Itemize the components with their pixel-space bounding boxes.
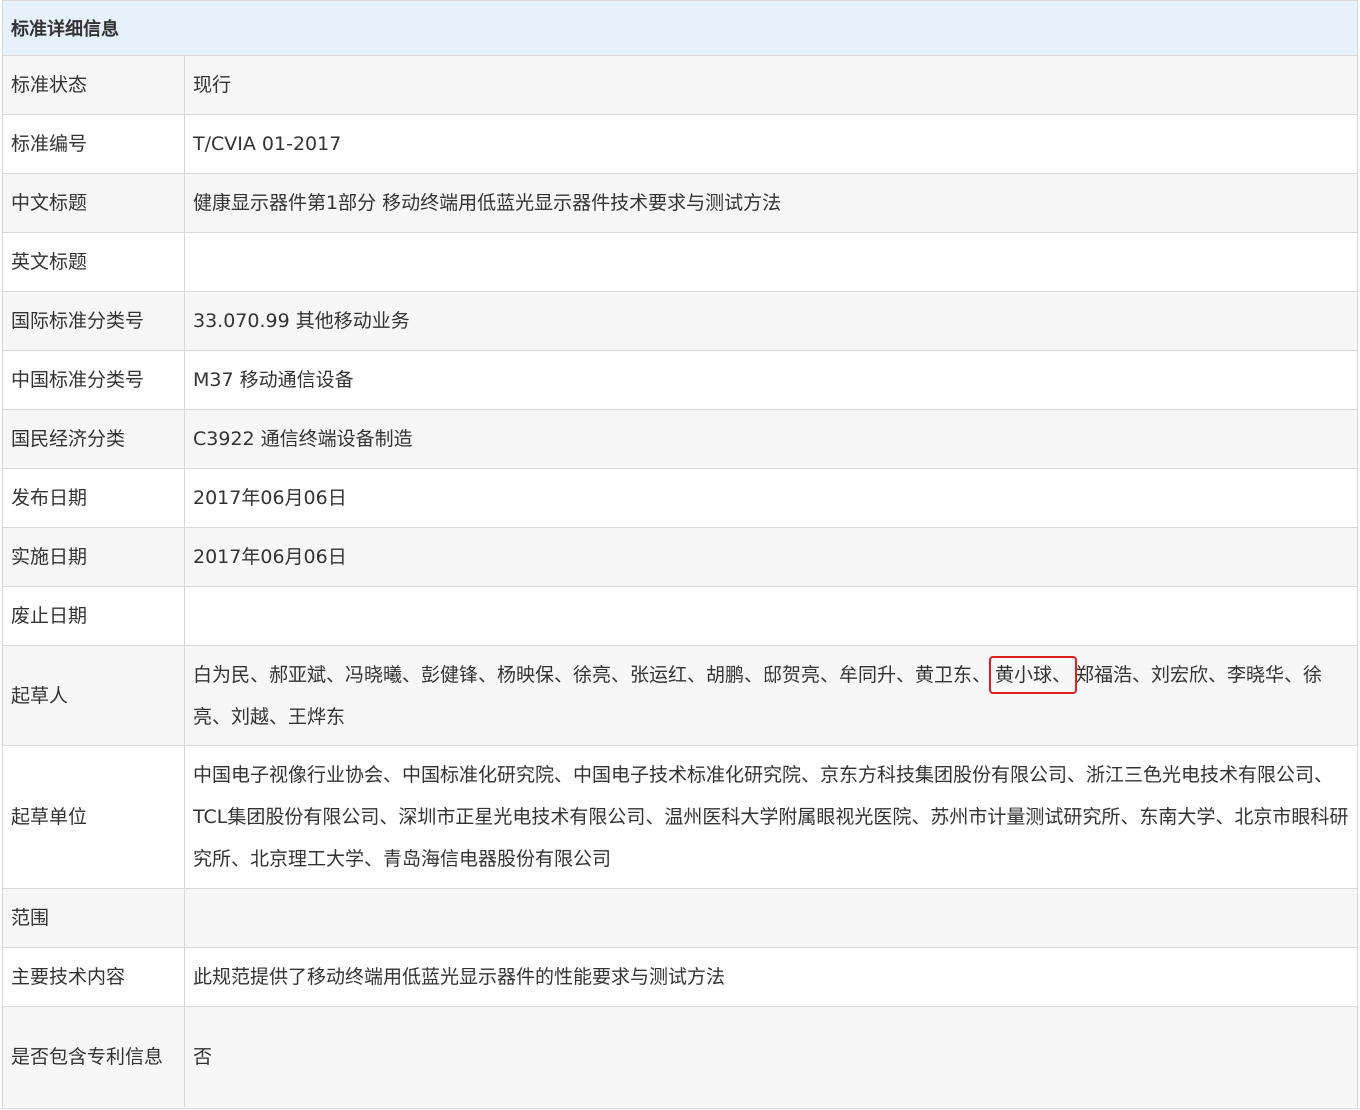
row-drafters: 起草人 白为民、郝亚斌、冯晓曦、彭健锋、杨映保、徐亮、张运红、胡鹏、邸贺亮、牟同… [3, 646, 1357, 746]
ics-value: 33.070.99 其他移动业务 [193, 310, 410, 332]
row-value: 2017年06月06日 [185, 469, 1357, 527]
row-chinese-title: 中文标题 健康显示器件第1部分 移动终端用低蓝光显示器件技术要求与测试方法 [3, 174, 1357, 233]
publish-date-value: 2017年06月06日 [193, 487, 347, 509]
chinese-title-value: 健康显示器件第1部分 移动终端用低蓝光显示器件技术要求与测试方法 [193, 192, 782, 214]
row-value [185, 233, 1357, 291]
row-scope: 范围 [3, 889, 1357, 948]
row-label: 标准编号 [3, 115, 185, 173]
row-english-title: 英文标题 [3, 233, 1357, 292]
row-label: 国际标准分类号 [3, 292, 185, 350]
row-label: 发布日期 [3, 469, 185, 527]
row-patent-info: 是否包含专利信息 否 [3, 1007, 1357, 1107]
row-label: 国民经济分类 [3, 410, 185, 468]
drafters-value: 白为民、郝亚斌、冯晓曦、彭健锋、杨映保、徐亮、张运红、胡鹏、邸贺亮、牟同升、黄卫… [193, 654, 1349, 738]
table-header: 标准详细信息 [3, 1, 1357, 56]
row-abolish-date: 废止日期 [3, 587, 1357, 646]
row-value [185, 889, 1357, 947]
main-content-value: 此规范提供了移动终端用低蓝光显示器件的性能要求与测试方法 [193, 966, 726, 988]
row-value: T/CVIA 01-2017 [185, 115, 1357, 173]
row-value: M37 移动通信设备 [185, 351, 1357, 409]
row-label: 起草单位 [3, 746, 185, 888]
row-label: 英文标题 [3, 233, 185, 291]
standard-detail-table: 标准详细信息 标准状态 现行 标准编号 T/CVIA 01-2017 中文标题 … [2, 0, 1358, 1109]
effective-date-value: 2017年06月06日 [193, 546, 347, 568]
row-value: 中国电子视像行业协会、中国标准化研究院、中国电子技术标准化研究院、京东方科技集团… [185, 746, 1357, 888]
row-value: C3922 通信终端设备制造 [185, 410, 1357, 468]
row-value: 否 [185, 1007, 1357, 1107]
table-title: 标准详细信息 [11, 19, 119, 40]
row-label: 中文标题 [3, 174, 185, 232]
economic-class-value: C3922 通信终端设备制造 [193, 428, 413, 450]
status-value: 现行 [193, 74, 232, 96]
row-value: 现行 [185, 56, 1357, 114]
drafting-units-value: 中国电子视像行业协会、中国标准化研究院、中国电子技术标准化研究院、京东方科技集团… [193, 764, 1349, 870]
highlighted-drafter: 黄小球、 [989, 655, 1078, 694]
row-label: 主要技术内容 [3, 948, 185, 1006]
row-value: 2017年06月06日 [185, 528, 1357, 586]
row-ics: 国际标准分类号 33.070.99 其他移动业务 [3, 292, 1357, 351]
row-ccs: 中国标准分类号 M37 移动通信设备 [3, 351, 1357, 410]
row-status: 标准状态 现行 [3, 56, 1357, 115]
row-label: 起草人 [3, 646, 185, 745]
drafters-text: 白为民、郝亚斌、冯晓曦、彭健锋、杨映保、徐亮、张运红、胡鹏、邸贺亮、牟同升、黄卫… [193, 663, 992, 686]
row-label: 实施日期 [3, 528, 185, 586]
row-economic-class: 国民经济分类 C3922 通信终端设备制造 [3, 410, 1357, 469]
row-value: 健康显示器件第1部分 移动终端用低蓝光显示器件技术要求与测试方法 [185, 174, 1357, 232]
patent-info-value: 否 [193, 1046, 213, 1068]
row-value: 33.070.99 其他移动业务 [185, 292, 1357, 350]
row-main-content: 主要技术内容 此规范提供了移动终端用低蓝光显示器件的性能要求与测试方法 [3, 948, 1357, 1007]
row-value: 白为民、郝亚斌、冯晓曦、彭健锋、杨映保、徐亮、张运红、胡鹏、邸贺亮、牟同升、黄卫… [185, 646, 1357, 745]
row-label: 范围 [3, 889, 185, 947]
row-standard-number: 标准编号 T/CVIA 01-2017 [3, 115, 1357, 174]
row-value: 此规范提供了移动终端用低蓝光显示器件的性能要求与测试方法 [185, 948, 1357, 1006]
ccs-value: M37 移动通信设备 [193, 369, 354, 391]
standard-number-value: T/CVIA 01-2017 [193, 133, 342, 155]
row-label: 标准状态 [3, 56, 185, 114]
row-label: 废止日期 [3, 587, 185, 645]
row-publish-date: 发布日期 2017年06月06日 [3, 469, 1357, 528]
row-label: 中国标准分类号 [3, 351, 185, 409]
row-drafting-units: 起草单位 中国电子视像行业协会、中国标准化研究院、中国电子技术标准化研究院、京东… [3, 746, 1357, 889]
row-label: 是否包含专利信息 [3, 1007, 185, 1107]
row-value [185, 587, 1357, 645]
row-effective-date: 实施日期 2017年06月06日 [3, 528, 1357, 587]
